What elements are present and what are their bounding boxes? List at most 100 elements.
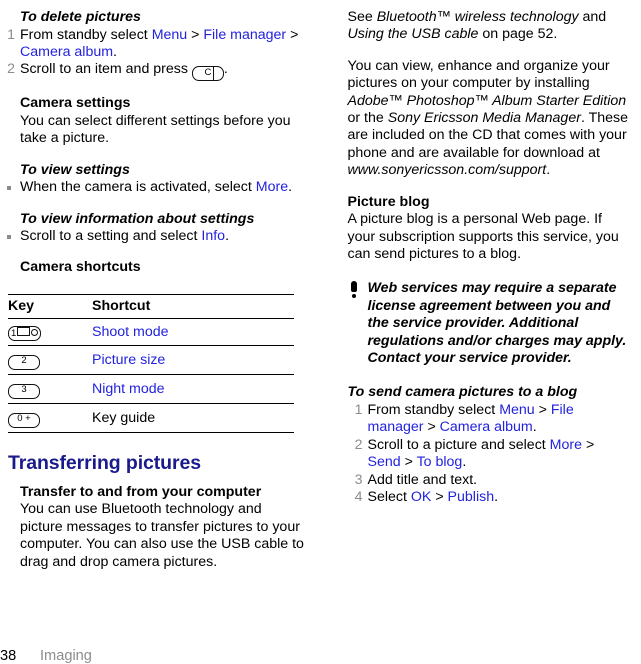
bullets-view-info: Scroll to a setting and select Info. bbox=[0, 228, 307, 245]
table-body: 1Shoot mode2Picture size3Night mode0 +Ke… bbox=[8, 318, 294, 432]
heading-transfer-to-and-from-computer: Transfer to and from your computer bbox=[20, 484, 307, 502]
left-column: To delete pictures 1 From standby select … bbox=[0, 0, 321, 597]
numbered-step: 2 Scroll to an item and press C. bbox=[0, 61, 307, 81]
text-run: > bbox=[431, 489, 447, 505]
spacer bbox=[0, 148, 307, 162]
key-c-glyph: C bbox=[192, 66, 224, 81]
step-number: 2 bbox=[3, 61, 15, 78]
spacer bbox=[0, 81, 307, 95]
shortcut-action-cell[interactable]: Shoot mode bbox=[92, 318, 294, 345]
menu-path-link[interactable]: Menu bbox=[499, 402, 535, 418]
spacer bbox=[0, 277, 307, 294]
text-run: See bbox=[348, 9, 377, 25]
camera-shortcuts-table: Key Shortcut 1 Shoot mode 2 Picture size3Ni… bbox=[8, 294, 294, 433]
heading-to-send-camera-pictures-to-a-blog: To send camera pictures to a blog bbox=[348, 384, 632, 402]
step-number: 2 bbox=[351, 437, 363, 454]
menu-path-link[interactable]: File manager bbox=[203, 27, 286, 43]
text-run: . bbox=[288, 179, 292, 195]
step-text: Select OK > Publish. bbox=[368, 489, 499, 505]
text-run: . bbox=[225, 228, 229, 244]
shortcut-action-cell: Key guide bbox=[92, 403, 294, 432]
bullet-text: When the camera is activated, select Mor… bbox=[20, 179, 292, 195]
paragraph-camera-settings: You can select different settings before… bbox=[20, 113, 307, 148]
footer-section-name: Imaging bbox=[40, 648, 92, 664]
text-run: and bbox=[579, 9, 607, 25]
text-run: Scroll to a setting and select bbox=[20, 228, 201, 244]
spacer bbox=[348, 180, 632, 194]
bullets-view-settings: When the camera is activated, select Mor… bbox=[0, 179, 307, 196]
step-text: From standby select Menu > File manager … bbox=[20, 27, 298, 60]
heading-to-view-settings: To view settings bbox=[20, 162, 307, 180]
menu-path-link[interactable]: Camera album bbox=[440, 419, 533, 435]
menu-path-link[interactable]: To blog bbox=[417, 454, 463, 470]
text-run: > bbox=[582, 437, 594, 453]
text-run: . bbox=[462, 454, 466, 470]
text-run: . bbox=[224, 61, 228, 77]
text-run: From standby select bbox=[368, 402, 500, 418]
heading-picture-blog: Picture blog bbox=[348, 194, 632, 212]
paragraph-picture-blog: A picture blog is a personal Web page. I… bbox=[348, 211, 632, 263]
text-run: . bbox=[494, 489, 498, 505]
footer-page-number: 38 bbox=[0, 648, 16, 664]
cross-reference-title: Sony Ericsson Media Manager bbox=[388, 110, 581, 126]
right-column: See Bluetooth™ wireless technology and U… bbox=[321, 0, 641, 597]
cross-reference-title: Using the USB cable bbox=[348, 26, 479, 42]
heading-to-delete-pictures: To delete pictures bbox=[20, 9, 307, 27]
paragraph-transferring: You can use Bluetooth technology and pic… bbox=[20, 501, 307, 571]
shortcut-key-cell: 1 bbox=[8, 318, 92, 345]
text-run: When the camera is activated, select bbox=[20, 179, 256, 195]
heading-to-view-information-about-settings: To view information about settings bbox=[20, 211, 307, 229]
shortcut-action-cell[interactable]: Picture size bbox=[92, 345, 294, 374]
bullet-marker-icon bbox=[7, 235, 11, 239]
menu-path-link[interactable]: Publish bbox=[448, 489, 495, 505]
numbered-step: 3Add title and text. bbox=[348, 472, 632, 489]
table-header-row: Key Shortcut bbox=[8, 294, 294, 318]
spacer bbox=[348, 44, 632, 58]
text-run: on page 52. bbox=[478, 26, 557, 42]
menu-path-link[interactable]: Info bbox=[201, 228, 225, 244]
bullet-text: Scroll to a setting and select Info. bbox=[20, 228, 229, 244]
bullet-item: When the camera is activated, select Mor… bbox=[0, 179, 307, 196]
paragraph-software: You can view, enhance and organize your … bbox=[348, 58, 632, 180]
steps-delete-pictures: 1 From standby select Menu > File manager… bbox=[0, 27, 307, 82]
paragraph-see-reference: See Bluetooth™ wireless technology and U… bbox=[348, 9, 632, 44]
shortcut-key-cell: 2 bbox=[8, 345, 92, 374]
step-number: 3 bbox=[351, 472, 363, 489]
text-run: From standby select bbox=[20, 27, 152, 43]
menu-path-link[interactable]: Send bbox=[368, 454, 401, 470]
step-text: Scroll to an item and press C. bbox=[20, 61, 228, 77]
key-label: 2 bbox=[21, 355, 26, 367]
menu-path-link[interactable]: More bbox=[256, 179, 288, 195]
text-run: Scroll to a picture and select bbox=[368, 437, 550, 453]
exclamation-bar bbox=[351, 281, 357, 292]
cross-reference-title: Adobe™ Photoshop™ Album Starter Edition bbox=[348, 93, 627, 109]
table-head: Key Shortcut bbox=[8, 294, 294, 318]
text-run: . bbox=[546, 162, 550, 178]
menu-path-link[interactable]: Menu bbox=[152, 27, 188, 43]
step-number: 1 bbox=[3, 27, 15, 44]
menu-path-link[interactable]: More bbox=[550, 437, 582, 453]
text-run: > bbox=[401, 454, 417, 470]
step-text: Scroll to a picture and select More > Se… bbox=[368, 437, 595, 470]
step-text: From standby select Menu > File manager … bbox=[368, 402, 574, 435]
heading-camera-shortcuts: Camera shortcuts bbox=[20, 259, 307, 277]
shortcut-action-cell[interactable]: Night mode bbox=[92, 374, 294, 403]
table-row: 1 Shoot mode bbox=[8, 318, 294, 345]
spacer bbox=[0, 245, 307, 259]
steps-send-to-blog: 1From standby select Menu > File manager… bbox=[348, 402, 632, 506]
key-2-icon: 2 bbox=[8, 355, 40, 370]
key-label: 1 bbox=[11, 328, 16, 340]
bullet-item: Scroll to a setting and select Info. bbox=[0, 228, 307, 245]
text-run: > bbox=[187, 27, 203, 43]
text-run: or the bbox=[348, 110, 388, 126]
shortcut-key-cell: 3 bbox=[8, 374, 92, 403]
note-text: Web services may require a separate lice… bbox=[368, 280, 627, 366]
table-row: 3Night mode bbox=[8, 374, 294, 403]
menu-path-link[interactable]: Camera album bbox=[20, 44, 113, 60]
spacer bbox=[348, 367, 632, 384]
menu-path-link[interactable]: OK bbox=[411, 489, 432, 505]
note-callout: Web services may require a separate lice… bbox=[348, 280, 632, 367]
cross-reference-title: www.sonyericsson.com/support bbox=[348, 162, 547, 178]
key-divider bbox=[213, 67, 214, 80]
bullet-marker-icon bbox=[7, 186, 11, 190]
